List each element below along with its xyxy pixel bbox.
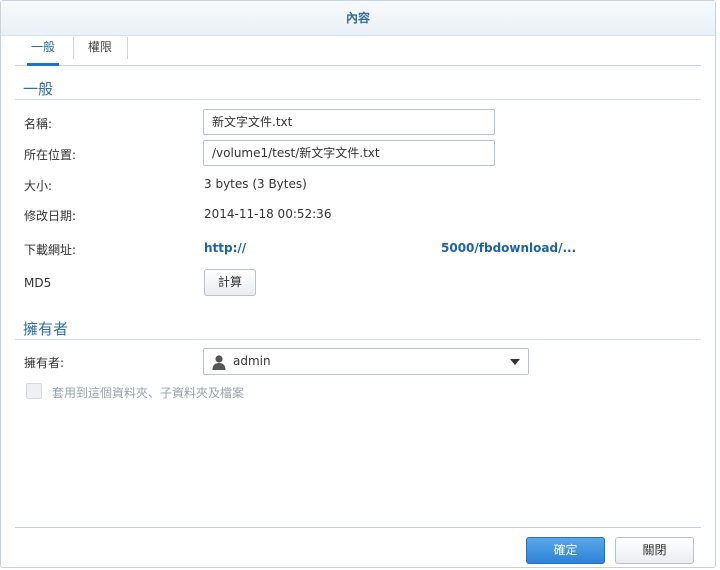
name-input[interactable]: 新文字文件.txt [203,109,495,135]
download-url-link-path[interactable]: 5000/fbdownload/... [441,241,576,255]
user-icon [212,355,226,370]
close-button[interactable]: 關閉 [615,537,694,564]
download-url-label: 下載網址: [24,243,77,257]
owner-label: 擁有者: [24,356,65,370]
md5-label: MD5 [24,276,52,290]
size-label: 大小: [24,179,53,193]
owner-select-value: admin [233,354,271,368]
section-title-owner: 擁有者 [23,320,69,338]
footer-divider [15,527,701,528]
properties-dialog: 內容 一般 權限 一般 名稱: 新文字文件.txt 所在位置: /volume1… [0,0,716,568]
modified-date-value: 2014-11-18 00:52:36 [204,207,332,221]
download-url-link[interactable]: http:// [204,241,246,255]
tab-divider [73,37,74,59]
tab-divider [127,37,128,59]
tab-bar: 一般 權限 [15,35,701,66]
name-label: 名稱: [24,117,53,131]
location-label: 所在位置: [24,148,77,162]
dialog-title: 內容 [1,1,715,36]
chevron-down-icon[interactable] [510,359,520,365]
section-divider [15,99,701,100]
size-value: 3 bytes (3 Bytes) [204,177,307,191]
tab-general[interactable]: 一般 [19,35,67,66]
ok-button[interactable]: 確定 [526,537,605,564]
compute-md5-button[interactable]: 計算 [204,269,256,296]
tab-permissions[interactable]: 權限 [77,35,123,65]
section-divider [15,339,701,340]
modified-date-label: 修改日期: [24,209,77,223]
apply-recursive-checkbox[interactable] [26,383,42,399]
section-title-general: 一般 [23,80,54,98]
owner-select[interactable]: admin [203,348,529,375]
apply-recursive-label: 套用到這個資料夾、子資料夾及檔案 [52,386,245,400]
location-input[interactable]: /volume1/test/新文字文件.txt [203,140,495,166]
